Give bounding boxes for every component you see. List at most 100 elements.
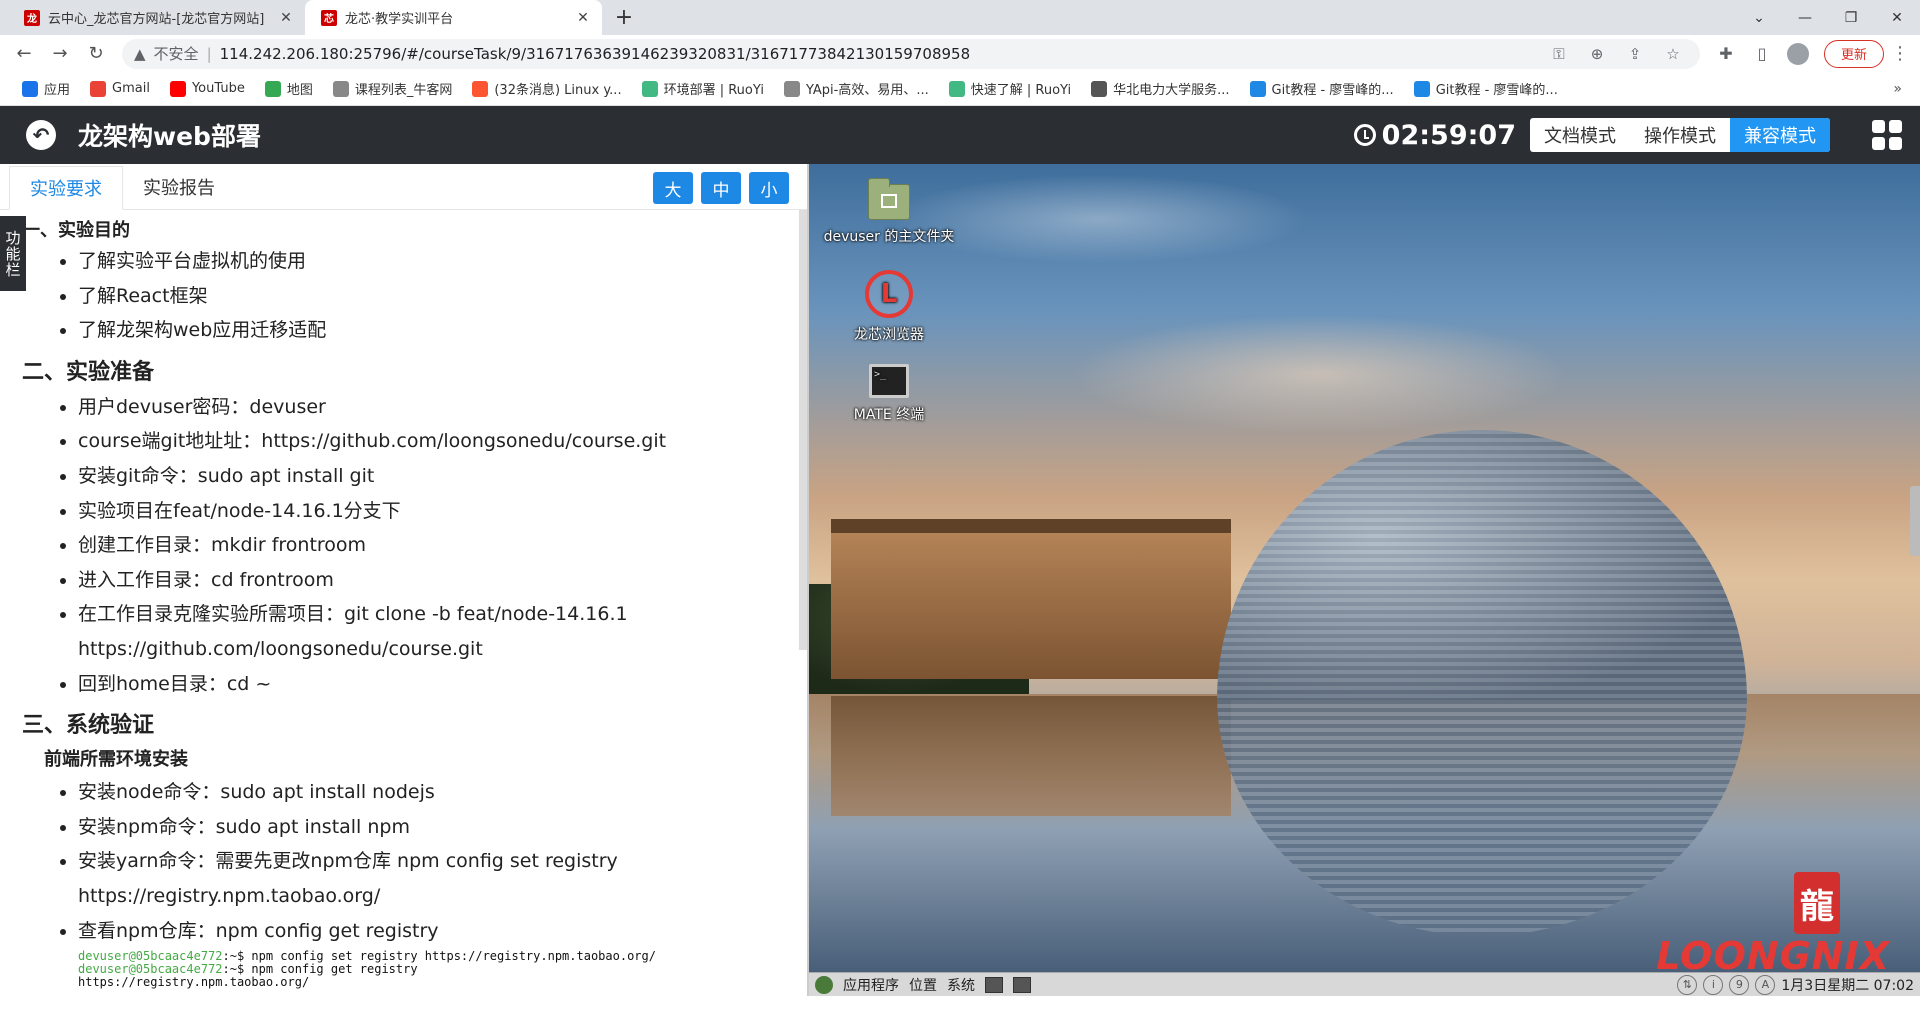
wallpaper-building [831,519,1231,679]
mate-menu-icon[interactable] [815,975,833,994]
bookmark-item[interactable]: 课程列表_牛客网 [323,79,463,98]
key-icon[interactable]: ⚿ [1544,45,1574,63]
star-icon[interactable]: ☆ [1658,45,1688,63]
zoom-icon[interactable]: ⊕ [1582,45,1612,63]
mode-switch: 文档模式 操作模式 兼容模式 [1530,118,1830,152]
back-arrow-icon[interactable]: ← [8,38,40,70]
terminal-line: https://registry.npm.taobao.org/ [78,975,310,990]
url-text[interactable]: 114.242.206.180:25796/#/courseTask/9/316… [220,45,1536,63]
bookmark-item[interactable]: 环境部署 | RuoYi [632,79,774,98]
terminal-launcher-icon[interactable] [1013,976,1031,993]
panel-clock[interactable]: 1月3日星期二 07:02 [1781,975,1914,995]
update-button[interactable]: 更新 [1823,39,1884,68]
mode-operation-button[interactable]: 操作模式 [1630,118,1730,152]
scrollbar[interactable] [799,210,807,650]
info-icon[interactable]: i [1703,974,1724,995]
tab-report[interactable]: 实验报告 [123,165,235,209]
loongson-logo-icon: 龙 [24,9,40,26]
ruoyi-icon [641,80,658,97]
desktop-icon-label: MATE 终端 [853,407,925,423]
bookmark-label: Gmail [112,81,150,96]
list-item: 查看npm仓库：npm config get registry [78,914,787,949]
instructions-pane: 实验要求 实验报告 大 中 小 功能栏 一、实验目的 了解实验平台虚拟机的使用 … [0,164,809,996]
desktop-icon-browser[interactable]: L 龙芯浏览器 [809,270,969,344]
font-large-button[interactable]: 大 [653,172,693,204]
grid-menu-icon[interactable] [1872,120,1902,150]
share-icon[interactable]: ⇪ [1620,45,1650,63]
restore-icon[interactable]: ❐ [1828,0,1874,35]
font-medium-button[interactable]: 中 [701,172,741,204]
new-tab-button[interactable]: + [608,0,640,35]
close-window-icon[interactable]: ✕ [1874,0,1920,35]
bookmark-item[interactable]: Git教程 - 廖雪峰的... [1240,79,1404,98]
profile-avatar[interactable] [1782,38,1814,70]
font-small-button[interactable]: 小 [749,172,789,204]
accessibility-icon[interactable]: A [1755,974,1776,995]
list-item: 了解React框架 [78,279,787,314]
function-bar-toggle[interactable]: 功能栏 [0,216,26,291]
panel-menu-system[interactable]: 系统 [947,975,975,995]
section-list: 用户devuser密码：devuser course端git地址址：https:… [78,390,787,701]
workspace: 实验要求 实验报告 大 中 小 功能栏 一、实验目的 了解实验平台虚拟机的使用 … [0,164,1920,996]
mode-compatible-button[interactable]: 兼容模式 [1730,118,1830,152]
bookmark-item[interactable]: 华北电力大学服务... [1081,79,1239,98]
side-drawer-handle[interactable] [1910,486,1920,556]
bookmarks-bar: 应用 Gmail YouTube 地图 课程列表_牛客网 (32条消息) Linux y.… [0,72,1920,106]
address-bar[interactable]: ▲ 不安全 | 114.242.206.180:25796/#/courseTa… [122,38,1700,69]
close-icon[interactable]: ✕ [277,9,295,27]
maps-icon [264,80,281,97]
panel-menu-applications[interactable]: 应用程序 [843,975,899,995]
extensions-icon[interactable]: ✚ [1710,38,1742,70]
tab-search-icon[interactable]: ⌄ [1736,0,1782,35]
reload-icon[interactable]: ↻ [80,38,112,70]
browser-tab-2[interactable]: 芯 龙芯·教学实训平台 ✕ [305,0,602,35]
tab-requirements[interactable]: 实验要求 [9,166,123,210]
text-editor-launcher-icon[interactable] [985,976,1003,993]
globe-icon [1091,80,1108,97]
bookmark-item[interactable]: 应用 [12,79,80,98]
csdn-icon [472,80,489,97]
forward-arrow-icon[interactable]: → [44,38,76,70]
list-item: 安装git命令：sudo apt install git [78,459,787,494]
bookmark-item[interactable]: 地图 [255,79,323,98]
bookmarks-more-icon[interactable]: » [1893,81,1908,97]
browser-toolbar: ← → ↻ ▲ 不安全 | 114.242.206.180:25796/#/co… [0,35,1920,72]
browser-tab-1[interactable]: 龙 云中心_龙芯官方网站-[龙芯官方网站] ✕ [8,0,305,35]
loongson-edu-icon: 芯 [321,9,337,26]
bookmark-item[interactable]: YouTube [160,80,255,97]
bookmark-item[interactable]: YApi-高效、易用、... [774,79,939,98]
yapi-icon [783,80,800,97]
section-list: 了解实验平台虚拟机的使用 了解React框架 了解龙架构web应用迁移适配 [78,244,787,348]
desktop-icon-terminal[interactable]: >_ MATE 终端 [809,364,969,424]
nowcoder-icon [332,80,349,97]
bookmark-item[interactable]: Gmail [80,80,160,97]
section-heading: 一、实验目的 [22,220,130,241]
warning-icon[interactable]: ▲ [134,45,146,63]
loongnix-emblem-icon: 龍 [1794,872,1840,934]
network-icon[interactable]: ⇅ [1677,974,1698,995]
timer-value: 02:59:07 [1381,119,1516,151]
panel-menu-places[interactable]: 位置 [909,975,937,995]
loongnix-logo: 龍 LOONGNIX [1656,872,1890,978]
rocket-icon [1249,80,1266,97]
list-item: course端git地址址：https://github.com/loongso… [78,424,787,459]
menu-kebab-icon[interactable]: ⋮ [1888,43,1912,64]
side-panel-icon[interactable]: ▯ [1746,38,1778,70]
tab-title: 龙芯·教学实训平台 [345,12,454,27]
remote-desktop[interactable]: devuser 的主文件夹 L 龙芯浏览器 >_ MATE 终端 龍 LOONG… [809,164,1920,996]
bookmark-item[interactable]: Git教程 - 廖雪峰的... [1404,79,1568,98]
list-item: 安装npm命令：sudo apt install npm [78,810,787,845]
section-heading: 二、实验准备 [22,359,155,385]
desktop-icon-label: devuser 的主文件夹 [823,229,955,245]
input-method-icon[interactable]: 9 [1729,974,1750,995]
section-list: 安装node命令：sudo apt install nodejs 安装npm命令… [78,775,787,948]
mode-document-button[interactable]: 文档模式 [1530,118,1630,152]
bookmark-item[interactable]: (32条消息) Linux y... [462,79,631,98]
close-icon[interactable]: ✕ [574,9,592,27]
bookmark-item[interactable]: 快速了解 | RuoYi [939,79,1081,98]
list-item: 用户devuser密码：devuser [78,390,787,425]
back-icon[interactable]: ↶ [26,120,56,150]
bookmark-label: (32条消息) Linux y... [494,83,622,98]
minimize-icon[interactable]: — [1782,0,1828,35]
desktop-icon-home[interactable]: devuser 的主文件夹 [809,178,969,246]
